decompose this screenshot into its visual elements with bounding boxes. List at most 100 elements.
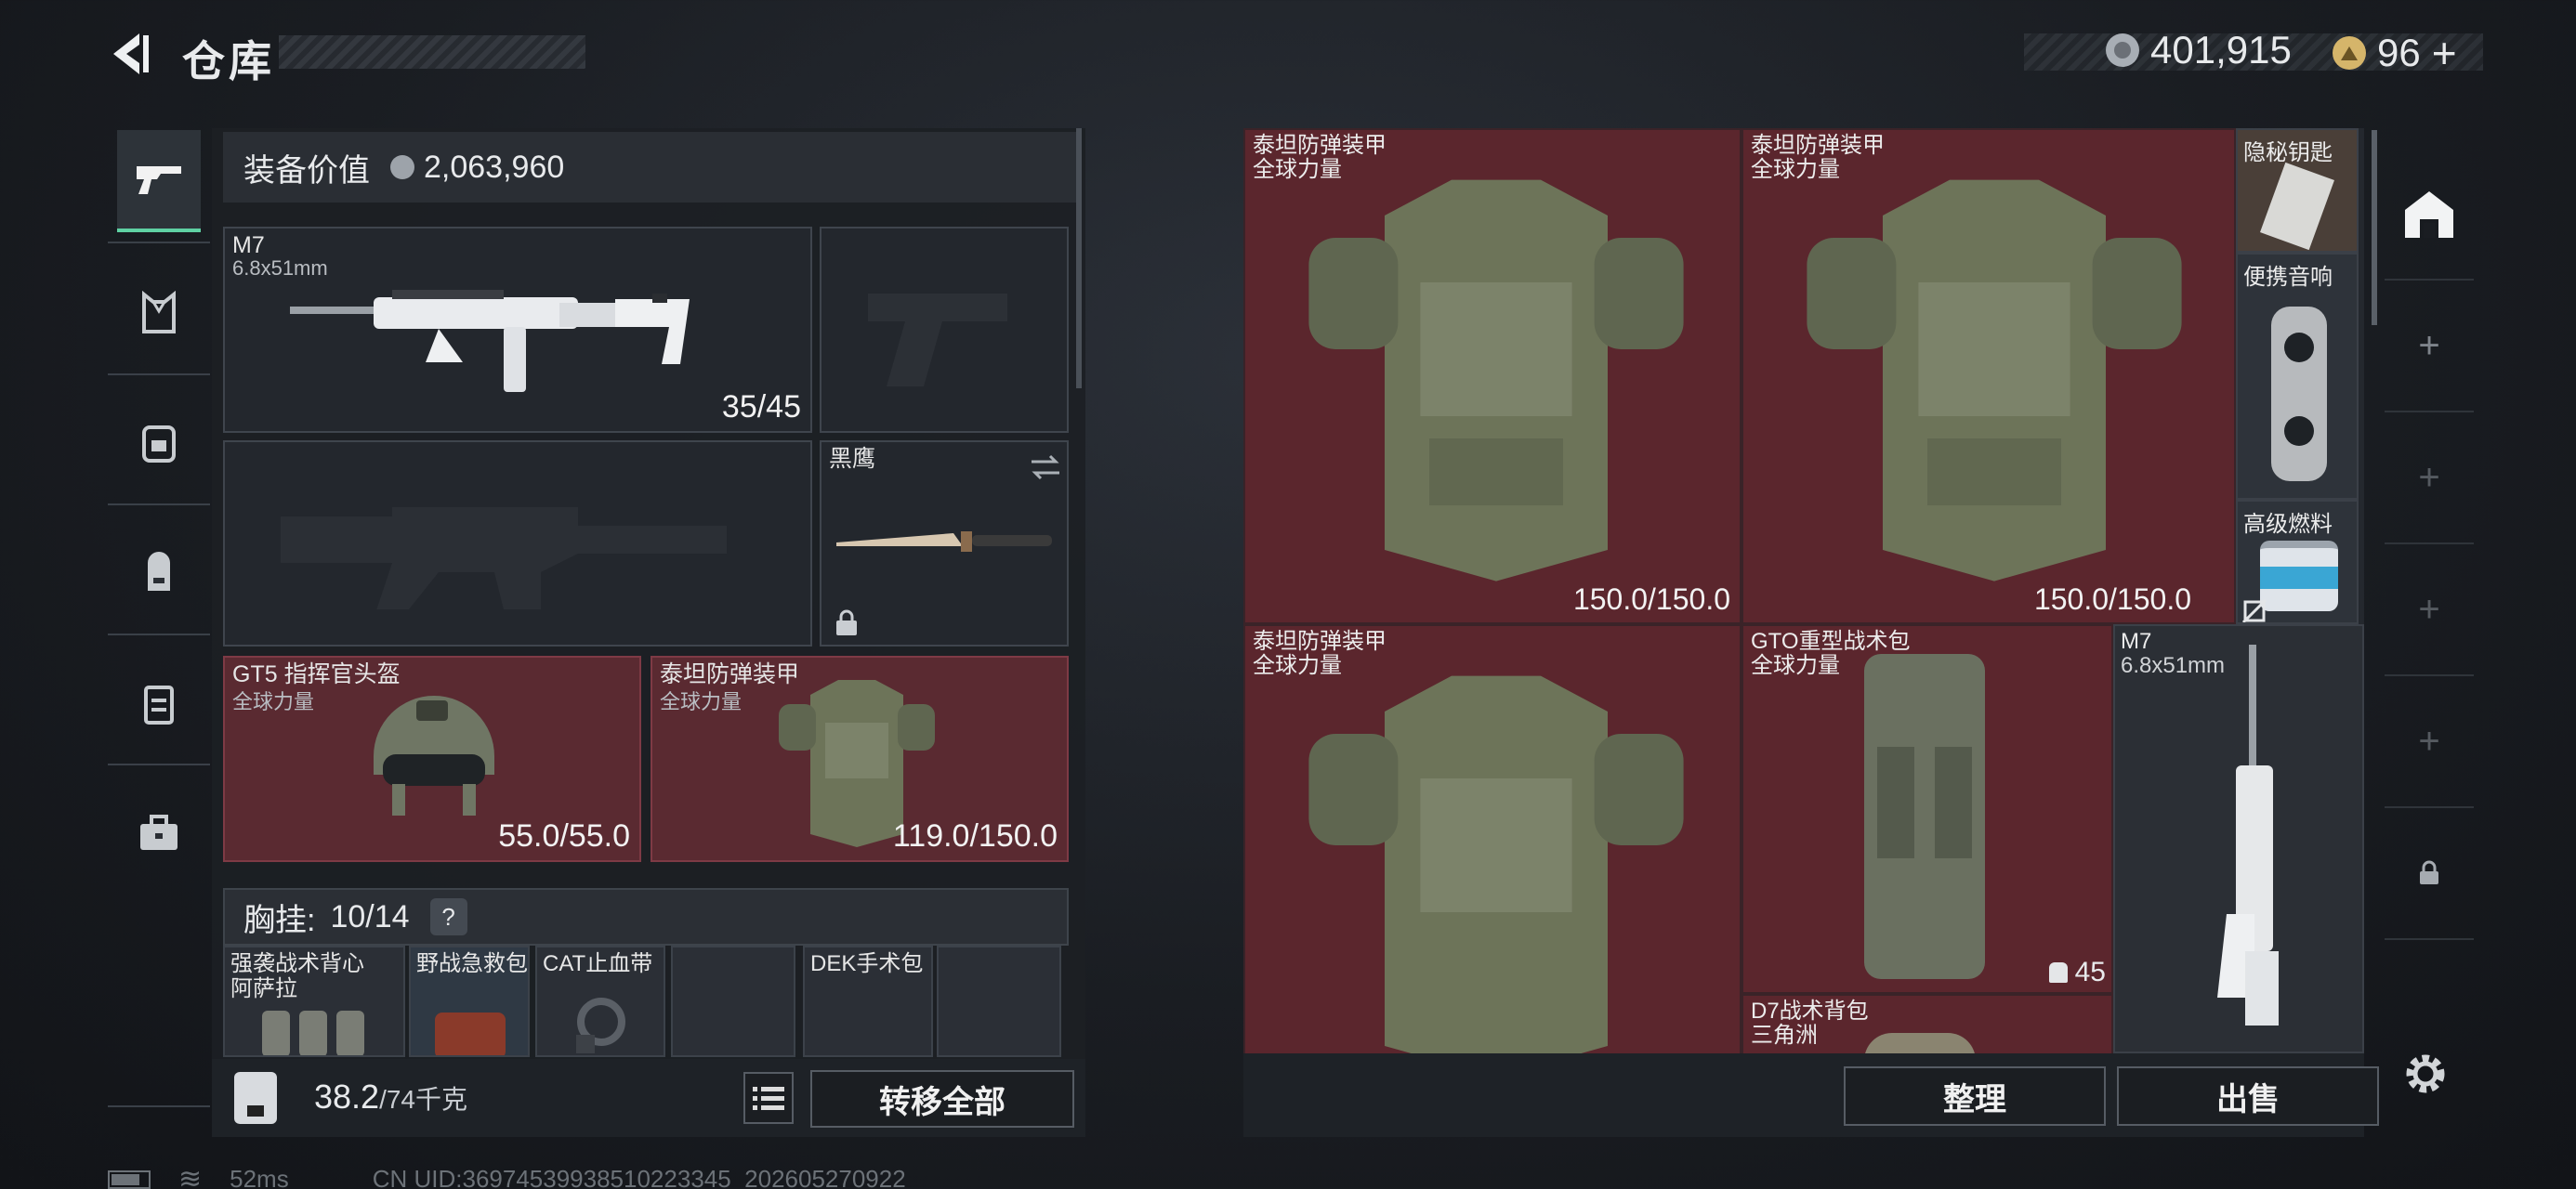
item-name: DEK手术包 <box>810 951 924 976</box>
item-name: M7 <box>2121 629 2152 654</box>
backpack-image <box>1864 654 1985 979</box>
list-view-button[interactable] <box>743 1072 794 1124</box>
primary-weapon-slot[interactable]: M7 6.8x51mm 35/45 <box>223 227 812 433</box>
equipment-value-bar: 装备价值 2,063,960 <box>223 132 1076 203</box>
lock-icon <box>836 609 857 635</box>
ammo-count: 35/45 <box>721 389 801 425</box>
stash-item-backpack[interactable]: GTO重型战术包 全球力量 45 <box>1741 624 2113 994</box>
chest-item-3[interactable]: CAT止血带 <box>535 946 665 1057</box>
chest-rig-label: 胸挂: <box>243 902 316 938</box>
list-icon <box>753 1087 784 1110</box>
stash-item-key[interactable]: 隐秘钥匙 <box>2236 128 2359 253</box>
armor-image <box>1807 179 2182 581</box>
case-icon <box>144 686 174 725</box>
plus-icon: + <box>2418 324 2440 366</box>
stash-item-rifle[interactable]: M7 6.8x51mm <box>2113 624 2364 1053</box>
title-decoration <box>279 35 585 69</box>
add-page-button-1[interactable]: + <box>2385 281 2474 412</box>
coin-icon <box>390 155 414 179</box>
nav-backpack[interactable] <box>117 522 201 624</box>
swap-icon[interactable] <box>1030 453 1061 481</box>
stash-item-fuel[interactable]: 高级燃料 <box>2236 500 2359 624</box>
toolbox-icon <box>140 815 177 850</box>
armor-vest-icon <box>142 291 176 333</box>
nav-weapons[interactable] <box>117 130 201 232</box>
current-weight: 38.2 <box>314 1078 380 1116</box>
backpack-image <box>1864 1033 1976 1053</box>
stash-page-1[interactable] <box>2385 149 2474 281</box>
item-faction: 阿萨拉 <box>230 976 297 1001</box>
currency-coins[interactable]: 401,915 <box>2106 28 2292 72</box>
equipment-value: 2,063,960 <box>424 149 565 185</box>
item-faction: 全球力量 <box>232 690 315 713</box>
nav-chest-rig[interactable] <box>117 392 201 494</box>
nav-armor[interactable] <box>117 262 201 364</box>
stash-scrollbar[interactable] <box>2372 130 2377 325</box>
add-page-button-3[interactable]: + <box>2385 544 2474 676</box>
item-durability: 119.0/150.0 <box>892 818 1058 854</box>
stash-grid: 泰坦防弹装甲 全球力量 150.0/150.0 泰坦防弹装甲 全球力量 150.0/… <box>1243 128 2364 1053</box>
back-button[interactable] <box>104 26 156 82</box>
no-insure-icon <box>2241 598 2267 622</box>
sort-button[interactable]: 整理 <box>1844 1066 2106 1126</box>
chest-item-1[interactable]: 强袭战术背心 阿萨拉 <box>223 946 405 1057</box>
stash-item-armor-3[interactable]: 泰坦防弹装甲 全球力量 <box>1243 624 1741 1053</box>
coin-icon <box>2106 33 2139 67</box>
chevron-left-icon <box>113 33 149 74</box>
secondary-weapon-slot[interactable] <box>820 227 1069 433</box>
system-status-bar: ≋ 52ms CN UID:36974539938510223345_20260… <box>108 1163 906 1189</box>
helmet-image <box>374 696 494 816</box>
armor-image <box>1308 179 1684 581</box>
armor-image <box>1308 675 1684 1053</box>
warehouse-icon <box>2405 191 2453 238</box>
first-aid-image <box>435 1013 506 1055</box>
item-name: 隐秘钥匙 <box>2243 140 2333 165</box>
settings-button[interactable] <box>2399 1048 2451 1100</box>
weight-icon <box>234 1072 277 1124</box>
locked-page[interactable] <box>2385 808 2474 940</box>
help-button[interactable]: ? <box>429 898 467 935</box>
vest-image <box>262 1011 364 1055</box>
backpack-icon <box>2048 962 2068 983</box>
stash-item-speaker[interactable]: 便携音响 <box>2236 253 2359 500</box>
transfer-all-button[interactable]: 转移全部 <box>810 1070 1074 1128</box>
pistol-placeholder-icon <box>868 294 1007 386</box>
add-page-button-2[interactable]: + <box>2385 412 2474 544</box>
currency-tokens[interactable]: 96 + <box>2333 28 2457 78</box>
chest-item-4[interactable] <box>671 946 795 1057</box>
add-token-button[interactable]: + <box>2432 28 2457 78</box>
second-primary-slot[interactable] <box>223 440 812 647</box>
item-name: 便携音响 <box>2243 265 2333 290</box>
item-name: CAT止血带 <box>543 951 653 976</box>
chest-item-5[interactable]: DEK手术包 <box>803 946 933 1057</box>
rifle-placeholder-icon <box>281 507 727 609</box>
chest-rig-icon <box>142 425 176 463</box>
item-name: 强袭战术背心 <box>230 951 364 976</box>
stash-item-armor-2[interactable]: 泰坦防弹装甲 全球力量 150.0/150.0 <box>1741 128 2236 624</box>
token-icon <box>2333 36 2366 70</box>
chest-item-6[interactable] <box>937 946 1061 1057</box>
lock-icon <box>2420 860 2438 884</box>
nav-safe-box[interactable] <box>117 652 201 754</box>
item-name: 高级燃料 <box>2243 512 2333 537</box>
key-card-image <box>2260 162 2334 251</box>
item-durability: 55.0/55.0 <box>498 818 630 854</box>
item-faction: 全球力量 <box>1751 653 1840 678</box>
nav-container[interactable] <box>117 782 201 884</box>
sell-button[interactable]: 出售 <box>2117 1066 2379 1126</box>
loadout-scrollbar[interactable] <box>1076 128 1082 388</box>
item-name: 野战急救包 <box>416 951 528 976</box>
helmet-slot[interactable]: GT5 指挥官头盔 全球力量 55.0/55.0 <box>223 656 641 862</box>
wifi-icon: ≋ <box>178 1164 203 1189</box>
stash-page-nav: + + + + <box>2385 149 2474 947</box>
token-amount: 96 <box>2377 31 2421 74</box>
stash-item-armor-1[interactable]: 泰坦防弹装甲 全球力量 150.0/150.0 <box>1243 128 1741 624</box>
item-durability: 150.0/150.0 <box>1572 582 1730 616</box>
stash-item-d7-backpack[interactable]: D7战术背包 三角洲 <box>1741 994 2113 1053</box>
melee-slot[interactable]: 黑鹰 <box>820 440 1069 647</box>
chest-item-2[interactable]: 野战急救包 <box>409 946 530 1057</box>
add-page-button-4[interactable]: + <box>2385 676 2474 808</box>
item-name: 黑鹰 <box>829 446 876 472</box>
ping-value: 52ms <box>230 1165 289 1189</box>
armor-slot[interactable]: 泰坦防弹装甲 全球力量 119.0/150.0 <box>651 656 1069 862</box>
